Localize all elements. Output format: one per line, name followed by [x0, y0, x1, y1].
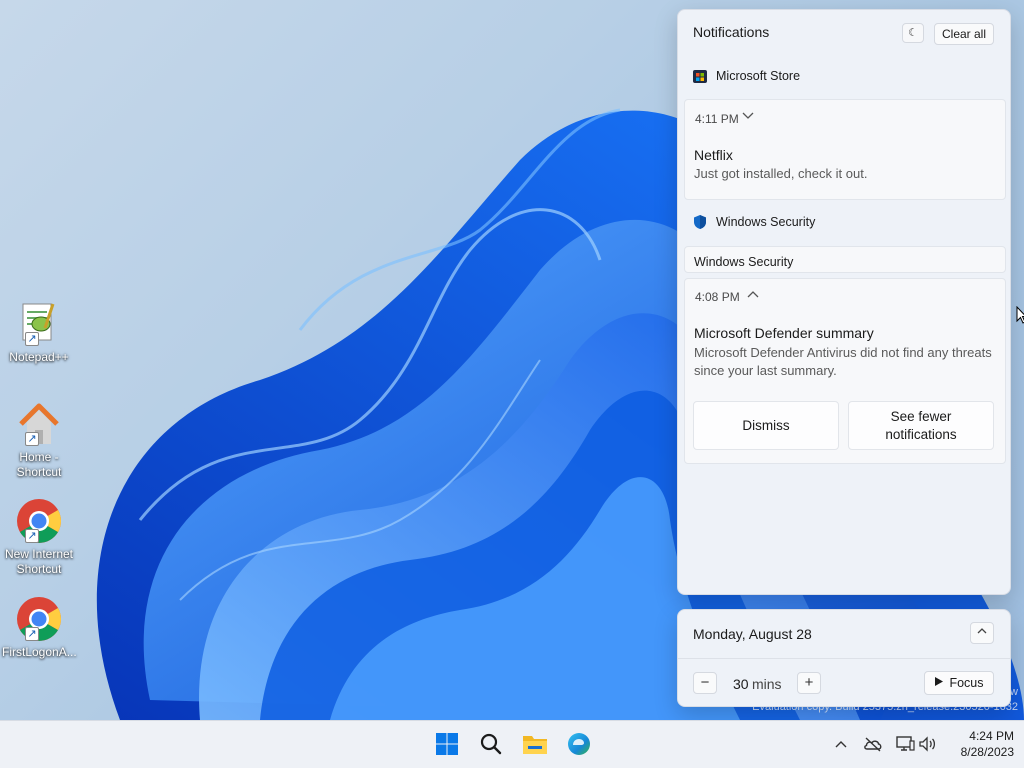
see-fewer-notifications-button[interactable]: See fewer notifications	[848, 401, 994, 450]
focus-decrease-button[interactable]: −	[693, 672, 717, 694]
desktop-icon-label: Notepad++	[9, 350, 69, 364]
desktop-icon-label: FirstLogonA...	[2, 645, 77, 659]
app-group-name: Microsoft Store	[716, 69, 801, 83]
focus-minutes-unit: mins	[752, 676, 782, 692]
desktop-icon-home-shortcut[interactable]: ↗ Home - Shortcut	[2, 400, 76, 480]
volume-button[interactable]	[918, 734, 938, 754]
calendar-date: Monday, August 28	[693, 626, 812, 642]
mouse-cursor-icon	[1016, 306, 1024, 324]
file-explorer-button[interactable]	[521, 730, 549, 758]
desktop-icon-label: Home - Shortcut	[16, 450, 62, 479]
onedrive-button[interactable]	[863, 734, 883, 754]
desktop-icon-new-internet-shortcut[interactable]: ↗ New Internet Shortcut	[2, 497, 76, 577]
notification-center-title: Notifications	[693, 24, 770, 40]
desktop-icon-notepadpp[interactable]: ↗ Notepad++	[2, 300, 76, 365]
taskbar-clock[interactable]: 4:24 PM 8/28/2023	[948, 728, 1014, 760]
chevron-up-icon[interactable]	[746, 289, 760, 302]
notification-card-netflix[interactable]: 4:11 PM Netflix Just got installed, chec…	[684, 99, 1006, 200]
notification-time: 4:08 PM	[695, 290, 740, 304]
chrome-icon: ↗	[15, 595, 63, 643]
focus-minutes-value: 30	[733, 676, 749, 692]
microsoft-store-icon	[692, 68, 708, 84]
watermark-line-1: w	[1010, 686, 1018, 698]
notepadpp-icon: ↗	[15, 300, 63, 348]
shortcut-arrow-icon: ↗	[25, 432, 39, 446]
edge-button[interactable]	[565, 730, 593, 758]
home-icon: ↗	[15, 400, 63, 448]
search-icon	[480, 733, 502, 755]
notification-body: Just got installed, check it out.	[694, 166, 868, 181]
do-not-disturb-icon: ☾	[908, 27, 918, 39]
app-group-name: Windows Security	[716, 215, 816, 229]
focus-label: Focus	[949, 676, 984, 690]
shortcut-arrow-icon: ↗	[25, 529, 39, 543]
file-explorer-icon	[523, 736, 547, 754]
chevron-up-icon	[977, 628, 987, 634]
clear-all-button[interactable]: Clear all	[934, 23, 994, 45]
play-icon	[934, 676, 944, 690]
shortcut-arrow-icon: ↗	[25, 332, 39, 346]
focus-increase-button[interactable]: +	[797, 672, 821, 694]
start-icon	[436, 733, 458, 755]
search-button[interactable]	[477, 730, 505, 758]
notification-subheader-windows-security: Windows Security	[684, 246, 1006, 273]
start-button[interactable]	[433, 730, 461, 758]
network-button[interactable]	[895, 734, 915, 754]
subheader-label: Windows Security	[694, 255, 794, 269]
do-not-disturb-button[interactable]: ☾	[902, 23, 924, 43]
clock-time: 4:24 PM	[969, 729, 1014, 743]
chevron-down-icon[interactable]	[741, 111, 755, 124]
chevron-up-icon	[835, 741, 847, 748]
chrome-icon: ↗	[15, 497, 63, 545]
show-hidden-icons-button[interactable]	[831, 734, 851, 754]
network-icon	[896, 736, 915, 751]
notification-title: Netflix	[694, 147, 733, 163]
notification-body: Microsoft Defender Antivirus did not fin…	[694, 345, 992, 378]
app-group-header-windows-security: Windows Security	[692, 214, 815, 230]
focus-button[interactable]: Focus	[924, 671, 994, 695]
calendar-collapse-button[interactable]	[970, 622, 994, 644]
onedrive-offline-icon	[864, 737, 882, 752]
clock-date: 8/28/2023	[960, 745, 1014, 759]
notification-title: Microsoft Defender summary	[694, 325, 874, 341]
edge-icon	[568, 733, 590, 755]
notification-time: 4:11 PM	[695, 112, 739, 126]
divider	[678, 658, 1010, 659]
shield-icon	[692, 214, 708, 230]
dismiss-button[interactable]: Dismiss	[693, 401, 839, 450]
shortcut-arrow-icon: ↗	[25, 627, 39, 641]
desktop-icon-label: New Internet Shortcut	[4, 547, 74, 576]
desktop-icon-firstlogon[interactable]: ↗ FirstLogonA...	[2, 595, 77, 660]
volume-icon	[919, 736, 936, 752]
app-group-header-microsoft-store: Microsoft Store	[692, 68, 800, 84]
